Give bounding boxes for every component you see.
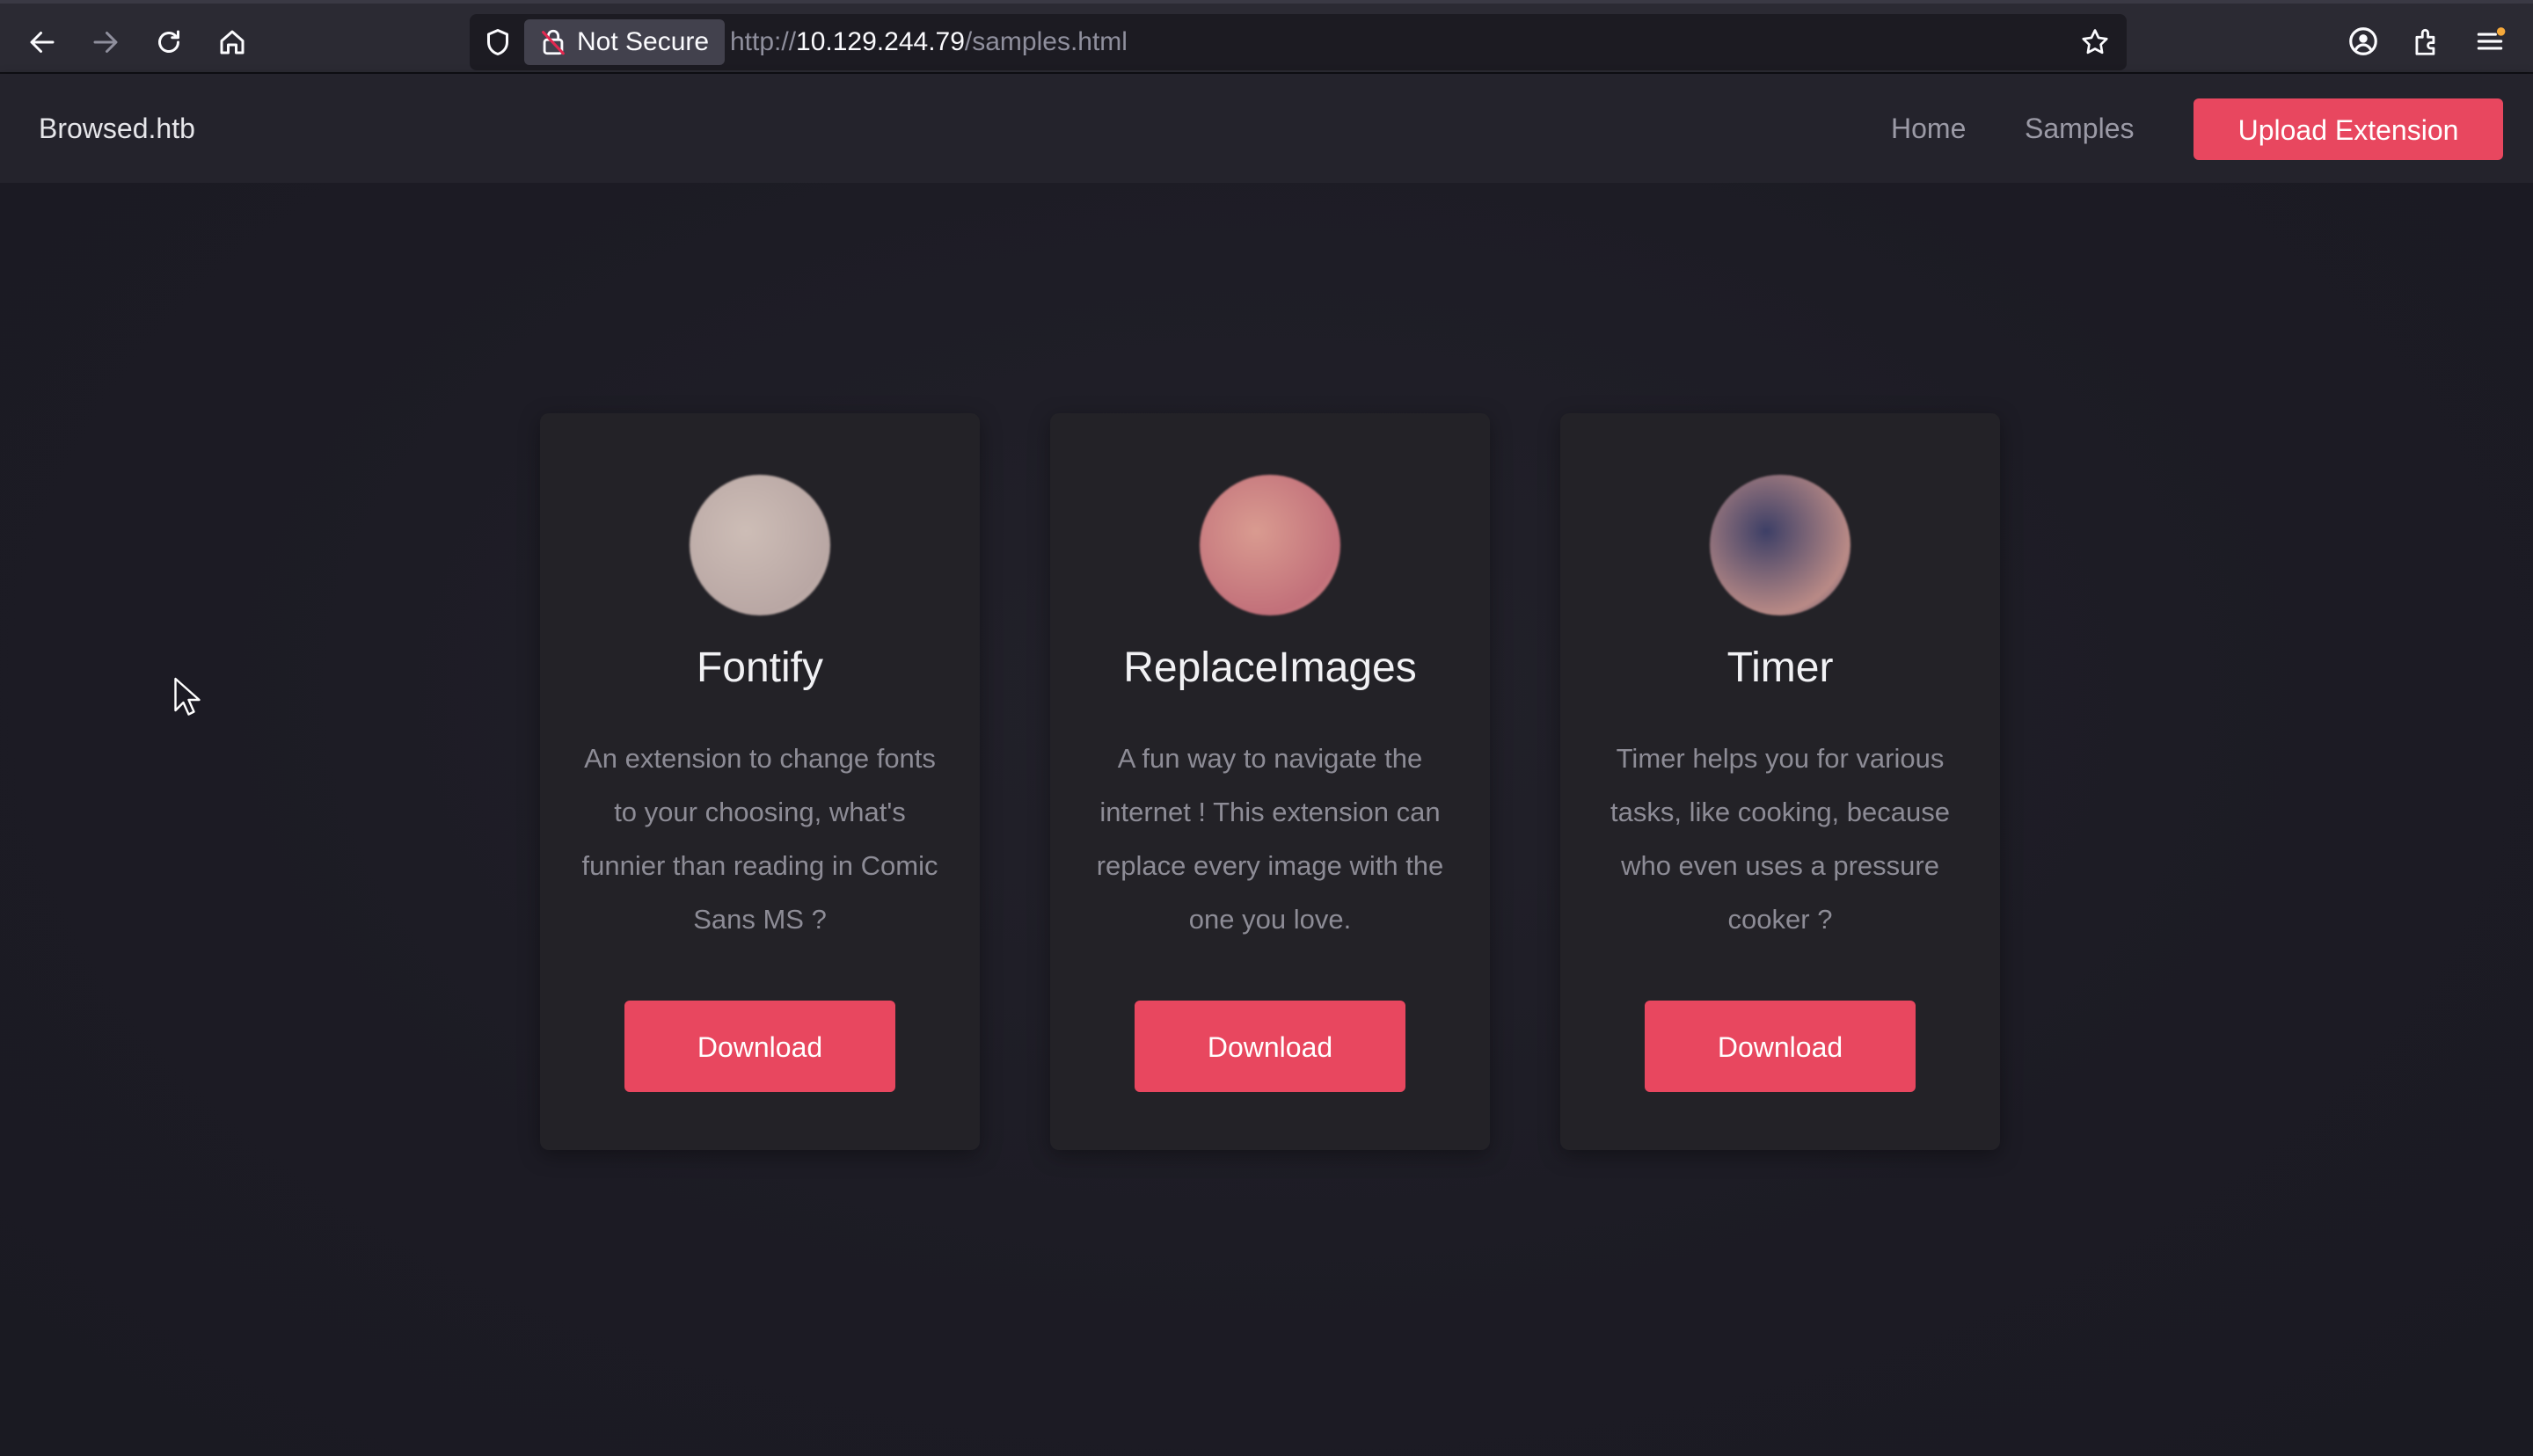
card-title: Fontify — [696, 644, 824, 691]
account-icon[interactable] — [2347, 25, 2380, 58]
security-indicator[interactable]: Not Secure — [524, 19, 726, 65]
browser-toolbar: Not Secure http://10.129.244.79/samples.… — [0, 0, 2533, 74]
upload-extension-button[interactable]: Upload Extension — [2194, 98, 2503, 160]
card-description: A fun way to navigate the internet ! Thi… — [1096, 743, 1444, 935]
download-button-fontify[interactable]: Download — [624, 1001, 895, 1092]
extension-card-replaceimages: ReplaceImages A fun way to navigate the … — [1050, 413, 1490, 1150]
mouse-pointer-icon — [174, 677, 201, 716]
extension-avatar — [1710, 475, 1850, 615]
brand-link[interactable]: Browsed.htb — [39, 74, 195, 183]
forward-button[interactable] — [83, 21, 128, 63]
extension-avatar — [1200, 475, 1340, 615]
extensions-puzzle-icon[interactable] — [2410, 25, 2443, 58]
url-text[interactable]: http://10.129.244.79/samples.html — [730, 14, 1128, 70]
home-button[interactable] — [209, 21, 255, 63]
card-title: ReplaceImages — [1123, 644, 1417, 691]
bookmark-star-icon[interactable] — [2079, 26, 2111, 58]
nav-home-link[interactable]: Home — [1891, 74, 1966, 183]
site-header: Browsed.htb Home Samples Upload Extensio… — [0, 74, 2533, 183]
extension-card-timer: Timer Timer helps you for various tasks,… — [1560, 413, 2000, 1150]
extension-avatar — [690, 475, 830, 615]
back-button[interactable] — [19, 21, 65, 63]
card-description: An extension to change fonts to your cho… — [581, 743, 938, 935]
home-icon — [220, 30, 245, 55]
extension-card-fontify: Fontify An extension to change fonts to … — [540, 413, 980, 1150]
download-button-timer[interactable]: Download — [1645, 1001, 1916, 1092]
shield-icon[interactable] — [482, 26, 514, 58]
back-arrow-icon — [30, 32, 55, 53]
security-label: Not Secure — [577, 27, 710, 56]
reload-icon — [158, 30, 179, 53]
card-title: Timer — [1726, 644, 1834, 691]
reload-button[interactable] — [146, 21, 192, 63]
menu-hamburger-icon[interactable] — [2473, 25, 2507, 58]
url-scheme: http:// — [730, 27, 797, 56]
address-bar[interactable]: Not Secure http://10.129.244.79/samples.… — [470, 14, 2127, 70]
samples-section: Fontify An extension to change fonts to … — [0, 183, 2533, 1456]
nav-samples-link[interactable]: Samples — [2025, 74, 2135, 183]
card-description: Timer helps you for various tasks, like … — [1610, 743, 1950, 935]
url-path: /samples.html — [964, 27, 1128, 56]
url-host: 10.129.244.79 — [796, 27, 965, 56]
download-button-replaceimages[interactable]: Download — [1135, 1001, 1405, 1092]
insecure-lock-icon — [542, 29, 565, 55]
forward-arrow-icon — [93, 32, 118, 53]
